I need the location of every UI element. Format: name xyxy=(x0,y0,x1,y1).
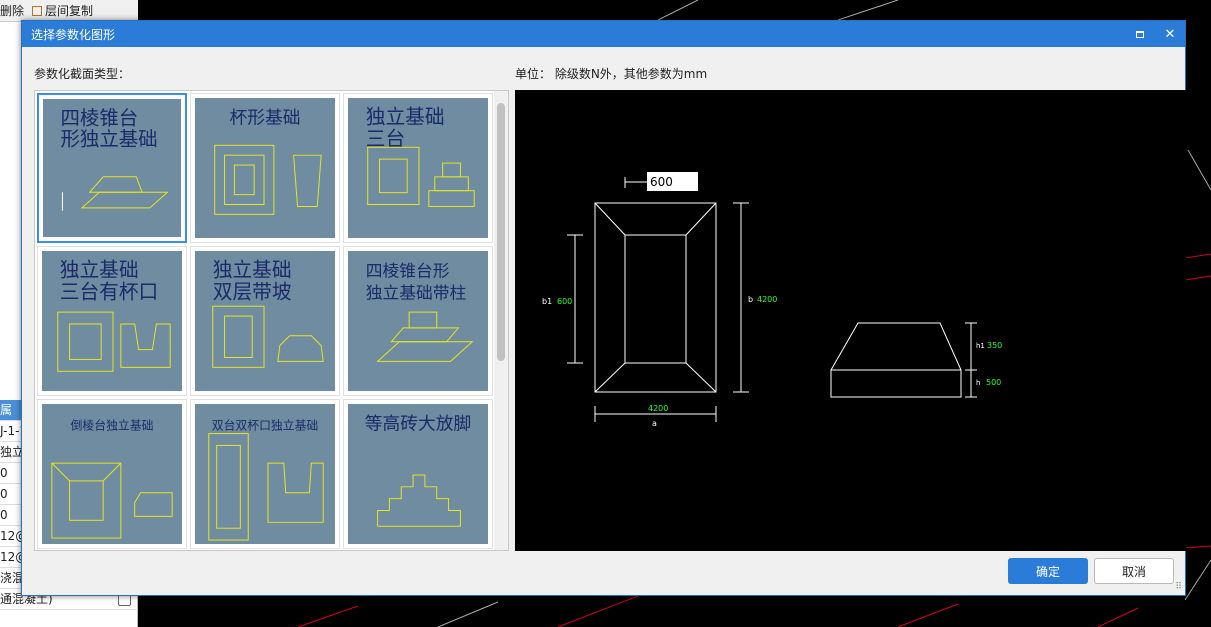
preview-drawing: 600 b1 600 b 4200 4200 a h1 350 h 500 xyxy=(542,172,1002,428)
b1-value: 600 xyxy=(557,297,572,306)
shape-thumbnail[interactable]: 杯形基础 xyxy=(190,93,340,243)
h1-label: h1 xyxy=(976,342,985,350)
h1-value: 350 xyxy=(987,341,1002,350)
shape-sketch: 独立基础三台有杯口 xyxy=(57,259,171,372)
shape-sketch: 四棱锥台形独立基础 xyxy=(60,106,169,211)
thumbnail-title: 形独立基础 xyxy=(60,128,157,151)
thumbnail-image: 四棱锥台 形独立基础 xyxy=(43,99,181,237)
shape-sketch: 杯形基础 xyxy=(214,108,322,215)
shape-sketch: 四棱锥台形独立基础带柱 xyxy=(366,261,474,362)
thumbnail-title: 双层带坡 xyxy=(213,280,292,303)
thumbnail-list[interactable]: 四棱锥台 形独立基础 杯形基础 独立基础 三台 独立基础 三台有杯口 独立基础 双层带坡 四棱锥台… xyxy=(34,90,509,551)
shape-sketch: 独立基础三台 xyxy=(366,106,475,207)
section-type-label: 参数化截面类型： xyxy=(34,67,131,81)
plan-inner-outline xyxy=(624,234,687,364)
thumbnail-image: 杯形基础 xyxy=(195,98,335,238)
thumbnail-image: 独立基础 三台 xyxy=(348,98,488,238)
b-label: b xyxy=(748,295,753,304)
thumbnail-title: 独立基础 xyxy=(366,106,445,129)
shape-sketch: 独立基础双层带坡 xyxy=(212,259,324,368)
dimension-input-value: 600 xyxy=(650,175,673,189)
copy-floor-button[interactable]: 层间复制 xyxy=(45,2,93,19)
b1-label: b1 xyxy=(542,297,552,306)
unit-label: 单位： 除级数N外，其他参数为mm xyxy=(515,67,708,81)
thumbnail-title: 独立基础带柱 xyxy=(366,282,467,302)
a-value: 4200 xyxy=(648,404,668,413)
thumbnail-title: 杯形基础 xyxy=(230,108,301,129)
shape-thumbnail[interactable]: 四棱锥台 形独立基础 xyxy=(37,93,187,243)
thumbnail-image: 四棱锥台形 独立基础带柱 xyxy=(348,251,488,391)
cad-canvas-bottom xyxy=(297,596,1139,627)
shape-thumbnail[interactable]: 独立基础 三台 xyxy=(343,93,493,243)
b-value: 4200 xyxy=(757,295,777,304)
background-toolbar: 删除 层间复制 xyxy=(0,0,138,22)
copy-floor-icon xyxy=(32,5,43,16)
shape-thumbnail[interactable]: 独立基础 双层带坡 xyxy=(190,246,340,396)
shape-sketch: 双台双杯口独立基础 xyxy=(208,419,324,541)
ok-button[interactable]: 确定 xyxy=(1008,558,1088,584)
scrollbar-thumb[interactable] xyxy=(497,103,505,361)
shape-sketch: 等高砖大放脚 xyxy=(365,414,471,527)
parametric-shape-dialog: 选择参数化图形 ✕ 参数化截面类型： 单位： 除级数N外，其他参数为mm 四棱锥… xyxy=(21,20,1186,596)
plan-outer-outline xyxy=(594,202,717,393)
close-icon: ✕ xyxy=(1164,26,1176,42)
thumbnail-title: 独立基础 xyxy=(213,259,292,282)
cad-canvas-right xyxy=(1185,149,1211,601)
shape-preview-canvas: 600 b1 600 b 4200 4200 a h1 350 h 500 xyxy=(515,90,1186,551)
h-label: h xyxy=(976,379,980,387)
vertical-scrollbar[interactable] xyxy=(494,91,508,550)
elevation-outline xyxy=(830,322,962,398)
h-value: 500 xyxy=(986,378,1001,387)
thumbnail-image: 等高砖大放脚 xyxy=(348,404,488,544)
thumbnail-image: 倒棱台独立基础 xyxy=(42,404,182,544)
maximize-button[interactable] xyxy=(1125,27,1155,42)
thumbnail-title: 独立基础 xyxy=(60,259,139,282)
thumbnail-image: 独立基础 双层带坡 xyxy=(195,251,335,391)
maximize-icon xyxy=(1136,30,1144,38)
shape-thumbnail[interactable]: 四棱锥台形 独立基础带柱 xyxy=(343,246,493,396)
cad-canvas-top xyxy=(657,0,899,20)
shape-thumbnail[interactable]: 等高砖大放脚 xyxy=(343,399,493,549)
dialog-titlebar: 选择参数化图形 ✕ xyxy=(22,21,1185,47)
thumbnail-image: 双台双杯口独立基础 xyxy=(195,404,335,544)
shape-thumbnail[interactable]: 双台双杯口独立基础 xyxy=(190,399,340,549)
shape-sketch: 倒棱台独立基础 xyxy=(51,419,173,539)
delete-button[interactable]: 删除 xyxy=(0,2,24,19)
thumbnail-title: 四棱锥台形 xyxy=(366,261,450,281)
thumbnail-image: 独立基础 三台有杯口 xyxy=(42,251,182,391)
a-label: a xyxy=(652,419,657,428)
cancel-button[interactable]: 取消 xyxy=(1094,558,1174,584)
shape-thumbnail[interactable]: 倒棱台独立基础 xyxy=(37,399,187,549)
thumbnail-title: 三台有杯口 xyxy=(60,280,159,303)
dialog-title: 选择参数化图形 xyxy=(31,27,116,42)
thumbnail-title: 四棱锥台 xyxy=(60,106,138,129)
resize-grip-icon[interactable]: ⠿ xyxy=(1175,582,1182,592)
close-button[interactable]: ✕ xyxy=(1155,27,1185,42)
thumbnail-title: 双台双杯口独立基础 xyxy=(212,419,318,433)
thumbnail-title: 等高砖大放脚 xyxy=(365,414,471,435)
shape-thumbnail[interactable]: 独立基础 三台有杯口 xyxy=(37,246,187,396)
thumbnail-title: 倒棱台独立基础 xyxy=(71,419,154,433)
